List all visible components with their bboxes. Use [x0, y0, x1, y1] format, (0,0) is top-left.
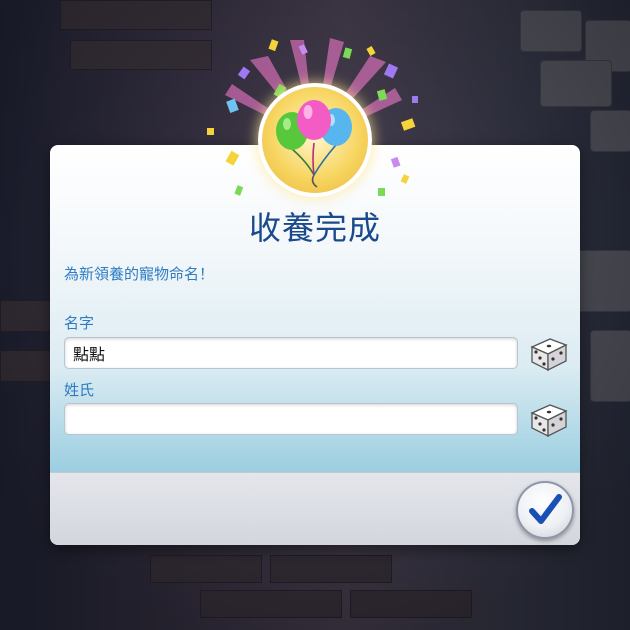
dialog-title: 收養完成 — [248, 209, 381, 247]
adoption-complete-dialog: 收養完成 為新領養的寵物命名！ 名字 姓氏 — [50, 145, 580, 545]
confirm-button[interactable] — [516, 481, 574, 539]
checkmark-icon — [529, 494, 562, 524]
last-name-input[interactable] — [64, 403, 518, 435]
dice-icon — [530, 404, 568, 438]
dialog-subtitle: 為新領養的寵物命名！ — [64, 265, 215, 283]
first-name-input[interactable] — [64, 337, 518, 369]
dice-icon — [530, 338, 568, 372]
dialog-footer — [50, 472, 580, 545]
randomize-last-name-button[interactable] — [526, 399, 570, 439]
randomize-first-name-button[interactable] — [526, 333, 570, 373]
first-name-label: 名字 — [64, 314, 95, 332]
last-name-label: 姓氏 — [64, 381, 95, 399]
